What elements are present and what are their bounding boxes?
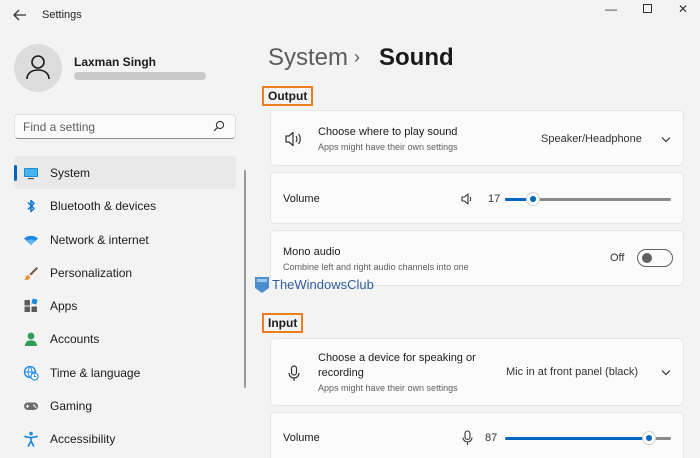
sidebar-item-label: Accessibility — [50, 432, 116, 447]
input-device-selector[interactable]: Choose a device for speaking or recordin… — [270, 338, 684, 406]
sidebar-item-network[interactable]: Network & internet — [14, 223, 236, 256]
sidebar-item-apps[interactable]: Apps — [14, 289, 236, 322]
speaker-volume-icon[interactable] — [461, 193, 474, 205]
mono-audio-state: Off — [610, 252, 625, 264]
sidebar-item-label: Personalization — [50, 265, 133, 280]
watermark-text: TheWindowsClub — [272, 277, 374, 292]
sidebar-nav: System Bluetooth & devices Network & int… — [14, 156, 236, 456]
title-bar: Settings — ✕ — [0, 0, 700, 32]
minimize-button[interactable]: — — [596, 2, 626, 16]
speaker-icon — [285, 131, 301, 147]
output-choose-subtitle: Apps might have their own settings — [318, 142, 458, 152]
slider-thumb[interactable] — [526, 192, 541, 206]
app-title: Settings — [42, 9, 82, 21]
watermark-logo-icon — [255, 277, 269, 293]
input-choose-subtitle: Apps might have their own settings — [318, 383, 458, 393]
input-volume-card: Volume 87 — [270, 412, 684, 458]
close-button[interactable]: ✕ — [668, 2, 698, 16]
input-choose-title-line2: recording — [318, 367, 364, 379]
breadcrumb-system[interactable]: System — [268, 44, 348, 72]
input-choose-title-line1: Choose a device for speaking or — [318, 352, 476, 364]
input-section-label: Input — [262, 313, 304, 333]
input-device-value: Mic in at front panel (black) — [506, 366, 639, 378]
gamepad-icon — [24, 402, 38, 411]
breadcrumb-separator: › — [354, 47, 360, 67]
sidebar-item-label: Gaming — [50, 399, 93, 414]
sidebar-item-time-language[interactable]: Time & language — [14, 356, 236, 389]
sidebar-item-accessibility[interactable]: Accessibility — [14, 422, 236, 455]
input-volume-label: Volume — [283, 432, 320, 444]
output-volume-label: Volume — [283, 193, 320, 205]
search-box[interactable] — [14, 114, 236, 139]
sidebar-item-system[interactable]: System — [14, 156, 236, 190]
search-input[interactable] — [23, 120, 208, 134]
sidebar-item-gaming[interactable]: Gaming — [14, 389, 236, 422]
sidebar-item-label: Bluetooth & devices — [50, 199, 157, 214]
accessibility-icon — [24, 432, 38, 448]
system-icon — [24, 168, 38, 180]
user-email-redacted — [74, 72, 206, 80]
sidebar-item-label: Network & internet — [50, 232, 149, 247]
mono-audio-subtitle: Combine left and right audio channels in… — [283, 262, 469, 272]
output-device-value: Speaker/Headphone — [541, 133, 642, 145]
sidebar-scrollbar[interactable] — [244, 170, 246, 388]
toggle-knob — [642, 253, 652, 263]
microphone-icon — [288, 365, 300, 381]
input-volume-slider[interactable] — [505, 428, 671, 448]
page-title: Sound — [379, 44, 454, 71]
maximize-icon — [642, 4, 652, 13]
mono-audio-toggle[interactable] — [637, 249, 673, 267]
sidebar-item-personalization[interactable]: Personalization — [14, 256, 236, 289]
sidebar-item-accounts[interactable]: Accounts — [14, 322, 236, 355]
brush-icon — [24, 266, 38, 280]
sidebar-item-label: Time & language — [50, 365, 141, 380]
output-volume-slider[interactable] — [505, 189, 671, 209]
chevron-down-icon — [661, 370, 671, 376]
avatar[interactable] — [14, 44, 62, 92]
input-volume-value: 87 — [485, 432, 498, 444]
mono-audio-title: Mono audio — [283, 246, 341, 258]
user-icon — [26, 55, 50, 80]
back-button[interactable] — [10, 7, 30, 25]
slider-fill — [505, 437, 650, 440]
sidebar-item-label: Apps — [50, 299, 78, 314]
accounts-icon — [25, 333, 37, 347]
apps-icon — [24, 298, 38, 313]
maximize-button[interactable] — [632, 2, 662, 16]
output-device-selector[interactable]: Choose where to play sound Apps might ha… — [270, 110, 684, 166]
sidebar-item-label: Accounts — [50, 332, 100, 347]
chevron-down-icon — [661, 137, 671, 143]
output-choose-title: Choose where to play sound — [318, 126, 458, 138]
microphone-volume-icon[interactable] — [462, 430, 473, 446]
wifi-icon — [24, 235, 38, 245]
output-section-label: Output — [262, 86, 314, 106]
bluetooth-icon — [27, 200, 35, 213]
search-icon — [213, 120, 225, 132]
output-volume-card: Volume 17 — [270, 172, 684, 224]
user-name: Laxman Singh — [74, 55, 157, 69]
globe-clock-icon — [23, 365, 39, 381]
output-volume-value: 17 — [488, 193, 501, 205]
sidebar-item-bluetooth[interactable]: Bluetooth & devices — [14, 189, 236, 222]
slider-thumb[interactable] — [642, 431, 657, 445]
back-arrow-icon — [13, 9, 26, 21]
sidebar-item-label: System — [50, 166, 91, 180]
